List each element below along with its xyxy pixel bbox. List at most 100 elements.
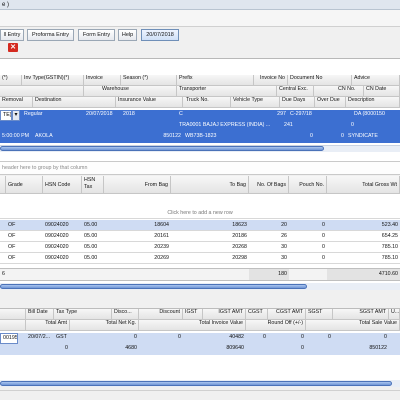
item-col-header-to-bag[interactable]: To Bag <box>171 176 249 194</box>
tax-type-value[interactable]: GST <box>54 333 112 344</box>
item-col-header-hsn-tax[interactable]: HSN Tax <box>82 176 104 194</box>
item-cell-gross[interactable]: 654.25 <box>327 231 400 242</box>
invoice-value-value[interactable]: 809640 <box>139 344 246 355</box>
help-button[interactable]: Help <box>118 29 137 41</box>
tax-col-header-invoice-value[interactable]: Total Invoice Value <box>139 320 246 331</box>
item-cell-hsn[interactable]: 09024020 <box>43 220 82 231</box>
col-header-cn-no[interactable]: CN No. <box>314 86 364 97</box>
item-cell-gross[interactable]: 523.40 <box>327 220 400 231</box>
item-cell-pouch[interactable]: 0 <box>289 242 327 253</box>
item-cell-gross[interactable]: 785.10 <box>327 242 400 253</box>
item-cell-to[interactable]: 20268 <box>171 242 249 253</box>
tax-col-header-igst-amt[interactable]: IGST AMT <box>203 309 246 320</box>
item-cell-grade[interactable]: OF <box>6 231 43 242</box>
item-cell-hsn[interactable]: 09024020 <box>43 231 82 242</box>
cn-value[interactable]: 0 <box>346 121 356 132</box>
form-entry-button[interactable]: Form Entry <box>78 29 115 41</box>
tax-col-header-cgst-amt[interactable]: CGST AMT <box>268 309 306 320</box>
item-cell-tax[interactable]: 05.00 <box>82 220 104 231</box>
inv-type-value[interactable]: Regular <box>22 110 82 121</box>
tax-col-header-net-kg[interactable]: Total Net Kg. <box>70 320 139 331</box>
truck-no-value[interactable]: WB73B-1823 <box>183 132 231 143</box>
col-header-invoice-no[interactable]: Invoice No <box>254 75 288 86</box>
item-cell-bags[interactable]: 30 <box>249 242 289 253</box>
disco-value[interactable]: 0 <box>112 333 139 344</box>
col-header-transporter[interactable]: Transporter <box>177 86 277 97</box>
date-button[interactable]: 20/07/2018 <box>141 29 179 41</box>
item-cell-grade[interactable]: OF <box>6 220 43 231</box>
tax-col-header-round-off[interactable]: Round Off (+/-) <box>246 320 306 331</box>
col-header-season[interactable]: Season (*) <box>121 75 177 86</box>
item-cell-gross[interactable]: 785.10 <box>327 253 400 264</box>
removal-field[interactable]: TE) <box>0 110 12 121</box>
due-days-value[interactable]: 0 <box>280 132 315 143</box>
net-kg-value[interactable]: 4680 <box>70 344 139 355</box>
chevron-down-icon[interactable]: ▾ <box>12 110 20 121</box>
invoice-date-value[interactable]: 20/07/2018 <box>84 110 121 121</box>
col-header-vehicle-type[interactable]: Vehicle Type <box>231 97 280 108</box>
col-header-req[interactable]: (*) <box>0 75 22 86</box>
bill-entry-button[interactable]: ll Entry <box>0 29 24 41</box>
tax-col-header-bill-date[interactable]: Bill Date <box>26 309 54 320</box>
tax-col-header-igst[interactable]: IGST <box>183 309 203 320</box>
central-exc-value[interactable]: 241 <box>282 121 312 132</box>
total-amt-value[interactable]: 0 <box>26 344 70 355</box>
col-header-description[interactable]: Description <box>346 97 400 108</box>
item-cell-to[interactable]: 20298 <box>171 253 249 264</box>
col-header-prefix[interactable]: Prefix <box>177 75 254 86</box>
item-col-header-hsn[interactable]: HSN Code <box>43 176 82 194</box>
col-header-inv-type[interactable]: Inv Type(GSTIN)(*) <box>22 75 84 86</box>
description-value[interactable]: SYNDICATE <box>346 132 400 143</box>
invoice-no-value[interactable]: 297 <box>254 110 288 121</box>
item-cell-from[interactable]: 20269 <box>104 253 171 264</box>
item-cell-from[interactable]: 18604 <box>104 220 171 231</box>
round-off-value[interactable]: 0 <box>246 344 306 355</box>
col-header-removal[interactable]: Removal <box>0 97 33 108</box>
season-value[interactable]: 2018 <box>121 110 177 121</box>
col-header-central-exc[interactable]: Central Exc. <box>277 86 314 97</box>
col-header-invoice[interactable]: Invoice <box>84 75 121 86</box>
discount-value[interactable]: 0 <box>139 333 183 344</box>
item-cell-tax[interactable]: 05.00 <box>82 231 104 242</box>
item-col-header-bags[interactable]: No. Of Bags <box>249 176 289 194</box>
tax-col-header-sale-value[interactable]: Total Sale Value <box>306 320 400 331</box>
tax-col-header-discount[interactable]: Discount <box>139 309 183 320</box>
transporter-value[interactable]: TRA0001 BAJAJ EXPRESS (INDIA) ... <box>177 121 282 132</box>
item-grid-scroll-thumb[interactable] <box>0 284 307 289</box>
tax-col-header-sgst-amt[interactable]: SGST AMT <box>333 309 389 320</box>
item-cell-from[interactable]: 20239 <box>104 242 171 253</box>
item-cell-hsn[interactable]: 09024020 <box>43 253 82 264</box>
item-cell-pouch[interactable]: 0 <box>289 231 327 242</box>
cgst-amt-value[interactable]: 0 <box>268 333 306 344</box>
tax-col-header-tax-type[interactable]: Tax Type <box>54 309 112 320</box>
item-cell-bags[interactable]: 30 <box>249 253 289 264</box>
col-header-destination[interactable]: Destination <box>33 97 116 108</box>
item-col-header-from-bag[interactable]: From Bag <box>104 176 171 194</box>
tax-col-header-cgst[interactable]: CGST <box>246 309 268 320</box>
add-row-prompt[interactable]: Click here to add a new row <box>0 207 400 219</box>
col-header-over-due[interactable]: Over Due <box>315 97 346 108</box>
tax-col-header-u[interactable]: U... <box>389 309 400 320</box>
removal-time-value[interactable]: 5:00:00 PM <box>0 132 33 143</box>
igst-amt-value[interactable]: 40482 <box>203 333 246 344</box>
top-grid-scroll-thumb[interactable] <box>0 146 324 151</box>
proforma-entry-button[interactable]: Proforma Entry <box>27 29 74 41</box>
item-cell-bags[interactable]: 26 <box>249 231 289 242</box>
item-cell-to[interactable]: 18623 <box>171 220 249 231</box>
item-cell-hsn[interactable]: 09024020 <box>43 242 82 253</box>
tax-col-header-disco[interactable]: Disco... <box>112 309 139 320</box>
item-cell-to[interactable]: 20186 <box>171 231 249 242</box>
prefix-value[interactable]: C <box>177 110 254 121</box>
col-header-warehouse[interactable]: Warehouse <box>84 86 177 97</box>
sgst-amt-value[interactable]: 0 <box>333 333 389 344</box>
insurance-value[interactable]: 850122 <box>116 132 183 143</box>
col-header-cn-date[interactable]: CN Date <box>364 86 400 97</box>
col-header-insurance[interactable]: Insurance Value <box>116 97 183 108</box>
item-col-header-pouch[interactable]: Pouch No. <box>289 176 327 194</box>
item-col-header-gross[interactable]: Total Gross Wt <box>327 176 400 194</box>
cgst-value[interactable]: 0 <box>246 333 268 344</box>
item-cell-bags[interactable]: 20 <box>249 220 289 231</box>
bill-no-field[interactable]: 00195 <box>0 333 18 344</box>
item-cell-tax[interactable]: 05.00 <box>82 253 104 264</box>
col-header-advice[interactable]: Advice <box>352 75 400 86</box>
